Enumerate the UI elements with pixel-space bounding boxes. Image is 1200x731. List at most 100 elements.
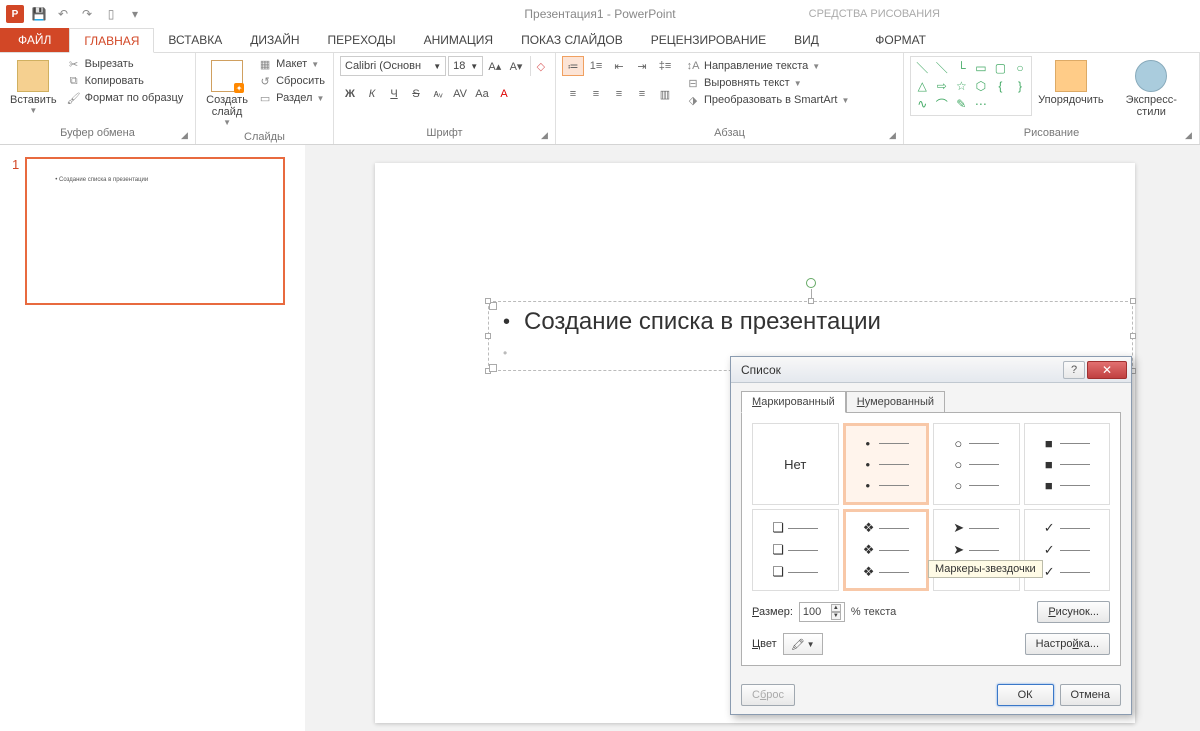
size-spinner[interactable]: 100 ▲▼: [799, 602, 845, 622]
color-picker-button[interactable]: 🖍 ▼: [783, 633, 823, 655]
bullet-option-arrow[interactable]: ➤ ➤ ➤ Маркеры-звездочки: [933, 509, 1020, 591]
shape-arrow-icon[interactable]: ⇨: [933, 77, 952, 94]
shape-freeform-icon[interactable]: ✎: [952, 96, 971, 113]
strike-button[interactable]: S: [406, 84, 426, 104]
rotate-handle[interactable]: [806, 278, 816, 288]
shape-arc-icon[interactable]: ⌒: [933, 96, 952, 113]
shape-oval-icon[interactable]: ○: [1011, 59, 1030, 76]
shape-curve-icon[interactable]: ∿: [913, 96, 932, 113]
resize-handle[interactable]: [485, 333, 491, 339]
new-slide-button[interactable]: ✦ Создать слайд ▼: [202, 56, 252, 131]
picture-button[interactable]: Рисунок...: [1037, 601, 1110, 623]
bullet-option-none[interactable]: Нет: [752, 423, 839, 505]
align-text-button[interactable]: ⊟Выровнять текст ▼: [684, 75, 851, 91]
shape-connector-icon[interactable]: └: [952, 59, 971, 76]
shape-line2-icon[interactable]: ＼: [933, 59, 952, 76]
tab-slideshow[interactable]: ПОКАЗ СЛАЙДОВ: [507, 28, 637, 52]
section-button[interactable]: ▭Раздел ▼: [256, 90, 327, 106]
font-dialog-launcher[interactable]: ◢: [541, 130, 553, 142]
dialog-close-button[interactable]: ✕: [1087, 361, 1127, 379]
bullet-option-disc[interactable]: • • •: [843, 423, 930, 505]
underline-button[interactable]: Ч: [384, 84, 404, 104]
font-size-select[interactable]: 18▼: [448, 56, 483, 76]
reset-button[interactable]: ↺Сбросить: [256, 73, 327, 89]
smartart-button[interactable]: ⬗Преобразовать в SmartArt ▼: [684, 92, 851, 108]
columns-button[interactable]: ▥: [654, 84, 676, 104]
shape-roundrect-icon[interactable]: ▢: [991, 59, 1010, 76]
bullets-button[interactable]: ≔: [562, 56, 584, 76]
clear-format-button[interactable]: ◇: [530, 56, 549, 76]
shape-brace-icon[interactable]: {: [991, 77, 1010, 94]
tab-review[interactable]: РЕЦЕНЗИРОВАНИЕ: [637, 28, 780, 52]
italic-button[interactable]: К: [362, 84, 382, 104]
resize-handle[interactable]: [1130, 298, 1136, 304]
tab-file[interactable]: ФАЙЛ: [0, 28, 69, 52]
tab-bulleted[interactable]: Маркированный: [741, 391, 846, 413]
font-name-select[interactable]: Calibri (Основн▼: [340, 56, 446, 76]
font-color-button[interactable]: A: [494, 84, 514, 104]
bold-button[interactable]: Ж: [340, 84, 360, 104]
bullet-option-diamond[interactable]: ❖ ❖ ❖: [843, 509, 930, 591]
shape-triangle-icon[interactable]: △: [913, 77, 932, 94]
tab-format[interactable]: ФОРМАТ: [861, 28, 940, 52]
shape-rect-icon[interactable]: ▭: [972, 59, 991, 76]
tab-transitions[interactable]: ПЕРЕХОДЫ: [314, 28, 410, 52]
slide-thumbnail[interactable]: • Создание списка в презентации: [25, 157, 285, 305]
bullet-option-square[interactable]: ■ ■ ■: [1024, 423, 1111, 505]
layout-button[interactable]: ▦Макет ▼: [256, 56, 327, 72]
tab-insert[interactable]: ВСТАВКА: [154, 28, 236, 52]
dialog-help-button[interactable]: ?: [1063, 361, 1085, 379]
bullet-option-circle[interactable]: ○ ○ ○: [933, 423, 1020, 505]
align-left-button[interactable]: ≡: [562, 84, 584, 104]
line-spacing-button[interactable]: ‡≡: [654, 56, 676, 76]
resize-handle[interactable]: [808, 298, 814, 304]
arrange-button[interactable]: Упорядочить: [1036, 56, 1105, 110]
shape-line-icon[interactable]: ＼: [913, 59, 932, 76]
text-direction-button[interactable]: ↕AНаправление текста ▼: [684, 58, 851, 74]
spin-down-icon[interactable]: ▼: [831, 612, 841, 620]
increase-indent-button[interactable]: ⇥: [631, 56, 653, 76]
format-painter-button[interactable]: 🖌Формат по образцу: [65, 90, 186, 106]
undo-icon[interactable]: ↶: [54, 5, 72, 23]
tab-animation[interactable]: АНИМАЦИЯ: [410, 28, 507, 52]
copy-button[interactable]: ⧉Копировать: [65, 73, 186, 89]
dialog-titlebar[interactable]: Список ? ✕: [731, 357, 1131, 383]
justify-button[interactable]: ≡: [631, 84, 653, 104]
resize-handle[interactable]: [485, 298, 491, 304]
bullet-option-hollow-square[interactable]: ❏ ❏ ❏: [752, 509, 839, 591]
paragraph-dialog-launcher[interactable]: ◢: [889, 130, 901, 142]
align-center-button[interactable]: ≡: [585, 84, 607, 104]
cut-button[interactable]: ✂Вырезать: [65, 56, 186, 72]
shape-hex-icon[interactable]: ⬡: [972, 77, 991, 94]
tab-design[interactable]: ДИЗАЙН: [236, 28, 313, 52]
save-icon[interactable]: 💾: [30, 5, 48, 23]
tab-numbered[interactable]: Нумерованный: [846, 391, 945, 413]
shape-more-icon[interactable]: ⋯: [972, 96, 991, 113]
redo-icon[interactable]: ↷: [78, 5, 96, 23]
cancel-button[interactable]: Отмена: [1060, 684, 1121, 706]
char-spacing-button[interactable]: AV: [450, 84, 470, 104]
shapes-gallery[interactable]: ＼ ＼ └ ▭ ▢ ○ △ ⇨ ☆ ⬡ { } ∿ ⌒ ✎ ⋯: [910, 56, 1032, 116]
decrease-indent-button[interactable]: ⇤: [608, 56, 630, 76]
shadow-button[interactable]: ᴀᵥ: [428, 84, 448, 104]
grow-font-button[interactable]: A▴: [485, 56, 504, 76]
ok-button[interactable]: ОК: [997, 684, 1054, 706]
quick-styles-button[interactable]: Экспресс-стили: [1110, 56, 1193, 122]
drawing-dialog-launcher[interactable]: ◢: [1185, 130, 1197, 142]
shape-brace2-icon[interactable]: }: [1011, 77, 1030, 94]
clipboard-dialog-launcher[interactable]: ◢: [181, 130, 193, 142]
spin-up-icon[interactable]: ▲: [831, 604, 841, 612]
tab-view[interactable]: ВИД: [780, 28, 833, 52]
tab-home[interactable]: ГЛАВНАЯ: [69, 28, 154, 53]
bullet-line[interactable]: Создание списка в презентации: [489, 302, 1132, 342]
reset-button[interactable]: Сброс: [741, 684, 795, 706]
align-right-button[interactable]: ≡: [608, 84, 630, 104]
qat-dropdown-icon[interactable]: ▾: [126, 5, 144, 23]
shrink-font-button[interactable]: A▾: [506, 56, 525, 76]
customize-button[interactable]: Настройка...: [1025, 633, 1110, 655]
resize-handle[interactable]: [1130, 333, 1136, 339]
change-case-button[interactable]: Aa: [472, 84, 492, 104]
paste-button[interactable]: Вставить ▼: [6, 56, 61, 119]
numbering-button[interactable]: 1≡: [585, 56, 607, 76]
start-slideshow-icon[interactable]: ▯: [102, 5, 120, 23]
